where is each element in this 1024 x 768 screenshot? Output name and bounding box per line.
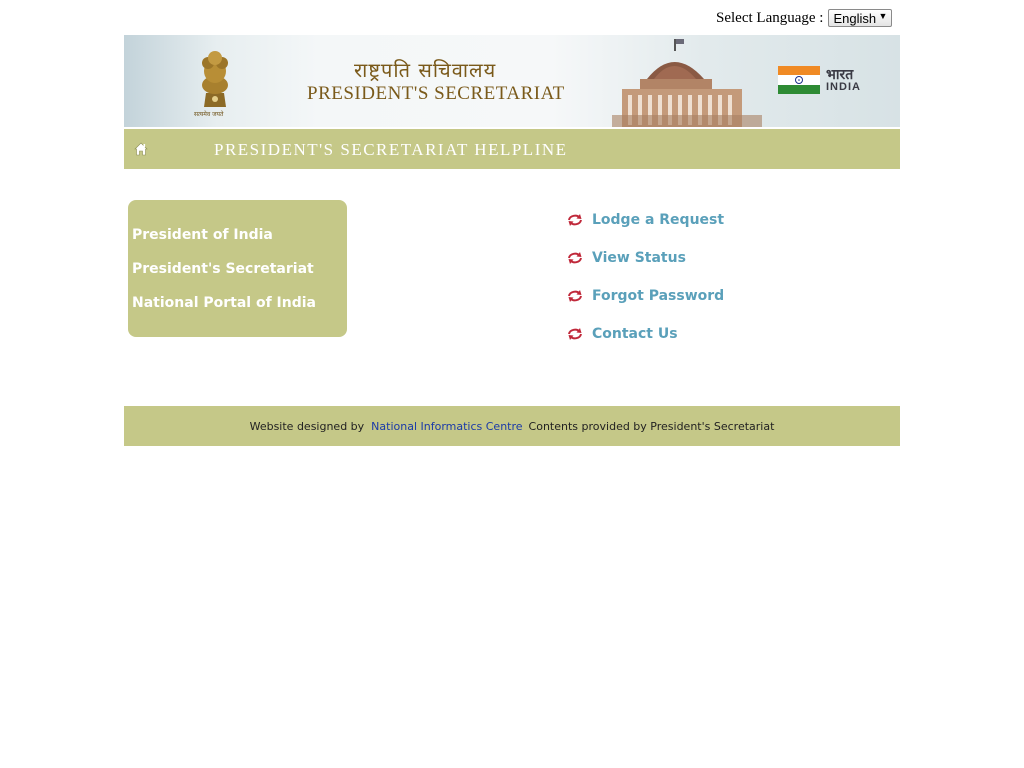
emblem-caption: सत्यमेव जयते bbox=[194, 111, 224, 118]
side-links-panel: President of India President's Secretari… bbox=[128, 200, 347, 337]
home-icon[interactable] bbox=[134, 141, 148, 160]
lodge-request-link[interactable]: Lodge a Request bbox=[566, 212, 724, 228]
language-label: Select Language : bbox=[716, 9, 824, 26]
link-president-of-india[interactable]: President of India bbox=[132, 227, 273, 243]
language-select[interactable]: English ▼ bbox=[828, 9, 893, 27]
forgot-password-link[interactable]: Forgot Password bbox=[566, 288, 724, 304]
india-logo-english: INDIA bbox=[826, 80, 861, 93]
footer-designed-by: Website designed by bbox=[249, 419, 365, 433]
rashtrapati-bhavan-dome-image bbox=[612, 37, 762, 127]
dropdown-arrow-icon: ▼ bbox=[878, 11, 888, 21]
india-logo-hindi: भारत bbox=[826, 66, 854, 83]
refresh-arrows-icon bbox=[568, 290, 582, 302]
language-selected: English bbox=[833, 10, 877, 26]
header-banner: सत्यमेव जयते राष्ट्रपति सचिवालय PRESIDEN… bbox=[124, 35, 900, 127]
contact-us-label: Contact Us bbox=[592, 326, 678, 342]
link-presidents-secretariat[interactable]: President's Secretariat bbox=[132, 261, 314, 277]
contact-us-link[interactable]: Contact Us bbox=[566, 326, 678, 342]
link-national-portal[interactable]: National Portal of India bbox=[132, 295, 316, 311]
language-bar: Select Language : English ▼ bbox=[716, 7, 893, 29]
footer-nic-link[interactable]: National Informatics Centre bbox=[371, 420, 522, 433]
refresh-arrows-icon bbox=[568, 252, 582, 264]
helpline-title: PRESIDENT'S SECRETARIAT HELPLINE bbox=[214, 140, 568, 159]
indian-flag-icon bbox=[778, 66, 820, 94]
india-portal-logo: भारत INDIA bbox=[778, 66, 861, 94]
footer-bar: Website designed by National Informatics… bbox=[124, 406, 900, 446]
refresh-arrows-icon bbox=[568, 328, 582, 340]
national-emblem-icon bbox=[196, 49, 234, 113]
footer-contents: Contents provided by President's Secreta… bbox=[528, 419, 775, 433]
helpline-bar: PRESIDENT'S SECRETARIAT HELPLINE bbox=[124, 129, 900, 169]
lodge-request-label: Lodge a Request bbox=[592, 212, 725, 228]
banner-title-english: PRESIDENT'S SECRETARIAT bbox=[307, 83, 565, 104]
refresh-arrows-icon bbox=[568, 214, 582, 226]
view-status-link[interactable]: View Status bbox=[566, 250, 686, 266]
view-status-label: View Status bbox=[592, 250, 686, 266]
banner-title-hindi: राष्ट्रपति सचिवालय bbox=[354, 58, 497, 82]
forgot-password-label: Forgot Password bbox=[592, 288, 725, 304]
